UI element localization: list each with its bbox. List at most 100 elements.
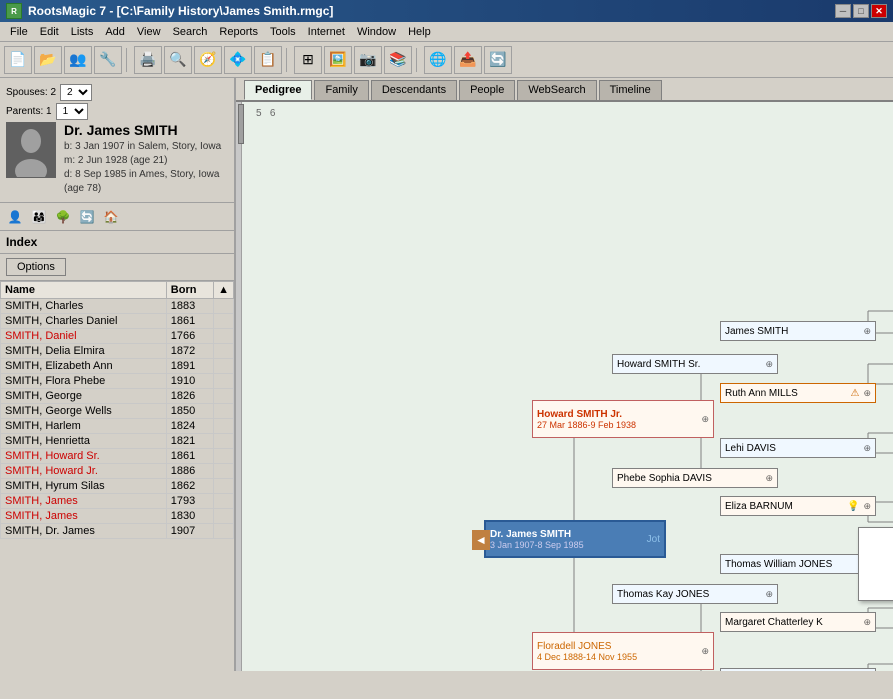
toolbar-search[interactable]: 🔍: [164, 46, 192, 74]
bulb-large-icon: 💡: [888, 541, 893, 588]
index-table[interactable]: Name Born ▲ SMITH, Charles 1883 SMITH, C…: [0, 280, 234, 671]
person-box-lehi-davis[interactable]: Lehi DAVIS ⊕: [720, 438, 876, 458]
scroll-cell: [214, 509, 234, 524]
toolbar-media[interactable]: 📷: [354, 46, 382, 74]
toolbar-print[interactable]: 🖨️: [134, 46, 162, 74]
menu-window[interactable]: Window: [351, 24, 402, 40]
born-cell: 1793: [166, 494, 213, 509]
scroll-cell: [214, 374, 234, 389]
tabs: Pedigree Family Descendants People WebSe…: [236, 78, 893, 102]
toolbar-sep3: [416, 48, 420, 72]
person-jot-icon: Jot: [647, 534, 660, 545]
toolbar-new[interactable]: 📄: [4, 46, 32, 74]
menu-internet[interactable]: Internet: [302, 24, 351, 40]
left-btn-person[interactable]: 👤: [4, 206, 26, 228]
born-cell: 1886: [166, 464, 213, 479]
left-btn-unknown[interactable]: 🏠: [100, 206, 122, 228]
tab-people[interactable]: People: [459, 80, 515, 100]
toolbar-grid[interactable]: ⊞: [294, 46, 322, 74]
toolbar-internet[interactable]: 🌐: [424, 46, 452, 74]
person-box-eliza-barnum[interactable]: Eliza BARNUM 💡 ⊕: [720, 496, 876, 516]
table-row[interactable]: SMITH, Howard Sr. 1861: [1, 449, 234, 464]
scroll-cell: [214, 404, 234, 419]
spouses-dropdown[interactable]: 2: [60, 84, 92, 101]
table-row[interactable]: SMITH, Dr. James 1907: [1, 524, 234, 539]
table-row[interactable]: SMITH, Henrietta 1821: [1, 434, 234, 449]
left-toolbar: 👤 👨‍👩‍👧 🌳 🔄 🏠: [0, 203, 234, 231]
person-name: Dr. James SMITH: [64, 122, 228, 138]
minimize-button[interactable]: ─: [835, 4, 851, 18]
table-row[interactable]: SMITH, James 1793: [1, 494, 234, 509]
person-box-howard-jr[interactable]: Howard SMITH Jr. 27 Mar 1886-9 Feb 1938 …: [532, 400, 714, 438]
left-btn-family[interactable]: 👨‍👩‍👧: [28, 206, 50, 228]
spouses-label: Spouses: 2: [6, 87, 56, 98]
tab-family[interactable]: Family: [314, 80, 368, 100]
tab-websearch[interactable]: WebSearch: [517, 80, 596, 100]
options-button[interactable]: Options: [6, 258, 66, 276]
table-row[interactable]: SMITH, Charles Daniel 1861: [1, 314, 234, 329]
toolbar-open[interactable]: 📂: [34, 46, 62, 74]
table-row[interactable]: SMITH, Flora Phebe 1910: [1, 374, 234, 389]
person-box-thomas-william-jones[interactable]: Thomas William JONES ⊕: [720, 554, 876, 574]
person-box-floradell[interactable]: Floradell JONES 4 Dec 1888-14 Nov 1955 ⊕: [532, 632, 714, 670]
menu-view[interactable]: View: [131, 24, 167, 40]
menu-edit[interactable]: Edit: [34, 24, 65, 40]
toolbar-diamond[interactable]: 💠: [224, 46, 252, 74]
spouses-row: Spouses: 2 2: [6, 84, 228, 101]
person-photo: [6, 122, 56, 178]
table-row[interactable]: SMITH, George 1826: [1, 389, 234, 404]
toolbar-export[interactable]: 📤: [454, 46, 482, 74]
toolbar-unknown1[interactable]: 🔧: [94, 46, 122, 74]
menu-reports[interactable]: Reports: [213, 24, 264, 40]
index-section: Index Options Name Born ▲ SMITH, Charles…: [0, 231, 234, 671]
tab-timeline[interactable]: Timeline: [599, 80, 662, 100]
scroll-cell: [214, 299, 234, 314]
toolbar-photo[interactable]: 🖼️: [324, 46, 352, 74]
left-btn-refresh[interactable]: 🔄: [76, 206, 98, 228]
toolbar-people[interactable]: 👥: [64, 46, 92, 74]
toolbar-compass[interactable]: 🧭: [194, 46, 222, 74]
name-cell: SMITH, Flora Phebe: [1, 374, 167, 389]
scroll-cell: [214, 329, 234, 344]
person-text: Dr. James SMITH b: 3 Jan 1907 in Salem, …: [64, 122, 228, 196]
name-cell: SMITH, George: [1, 389, 167, 404]
person-box-ruth-mills[interactable]: Ruth Ann MILLS ⚠ ⊕: [720, 383, 876, 403]
menu-file[interactable]: File: [4, 24, 34, 40]
person-box-margaret[interactable]: Margaret Chatterley K ⊕: [720, 612, 876, 632]
table-row[interactable]: SMITH, George Wells 1850: [1, 404, 234, 419]
menu-search[interactable]: Search: [167, 24, 214, 40]
table-row[interactable]: SMITH, James 1830: [1, 509, 234, 524]
table-row[interactable]: SMITH, Harlem 1824: [1, 419, 234, 434]
menu-help[interactable]: Help: [402, 24, 437, 40]
table-row[interactable]: SMITH, Delia Elmira 1872: [1, 344, 234, 359]
person-box-howard-sr[interactable]: Howard SMITH Sr. ⊕: [612, 354, 778, 374]
pedigree-view: 5 6: [236, 102, 893, 671]
parents-dropdown[interactable]: 1: [56, 103, 88, 120]
person-box-william-griffiths[interactable]: William GRIFFITHS 💡 ⊕: [720, 668, 876, 671]
table-row[interactable]: SMITH, Hyrum Silas 1862: [1, 479, 234, 494]
left-btn-pedigree[interactable]: 🌳: [52, 206, 74, 228]
tab-pedigree[interactable]: Pedigree: [244, 80, 312, 100]
menu-add[interactable]: Add: [99, 24, 131, 40]
table-row[interactable]: SMITH, Charles 1883: [1, 299, 234, 314]
person-box-james-smith-main[interactable]: Dr. James SMITH 3 Jan 1907-8 Sep 1985 Jo…: [484, 520, 666, 558]
nav-left-arrow[interactable]: ◄: [472, 530, 490, 550]
close-button[interactable]: ✕: [871, 4, 887, 18]
toolbar-unknown2[interactable]: 📋: [254, 46, 282, 74]
restore-button[interactable]: □: [853, 4, 869, 18]
table-row[interactable]: SMITH, Howard Jr. 1886: [1, 464, 234, 479]
menu-lists[interactable]: Lists: [65, 24, 100, 40]
toolbar-sync[interactable]: 🔄: [484, 46, 512, 74]
menu-tools[interactable]: Tools: [264, 24, 302, 40]
tab-descendants[interactable]: Descendants: [371, 80, 457, 100]
scroll-cell: [214, 464, 234, 479]
person-box-thomas-jones[interactable]: Thomas Kay JONES ⊕: [612, 584, 778, 604]
table-row[interactable]: SMITH, Daniel 1766: [1, 329, 234, 344]
person-box-phebe-davis[interactable]: Phebe Sophia DAVIS ⊕: [612, 468, 778, 488]
table-row[interactable]: SMITH, Elizabeth Ann 1891: [1, 359, 234, 374]
person-box-james-smith-g3[interactable]: James SMITH ⊕: [720, 321, 876, 341]
scroll-thumb[interactable]: [238, 104, 244, 144]
born-cell: 1830: [166, 509, 213, 524]
toolbar-source[interactable]: 📚: [384, 46, 412, 74]
scroll-cell: [214, 479, 234, 494]
